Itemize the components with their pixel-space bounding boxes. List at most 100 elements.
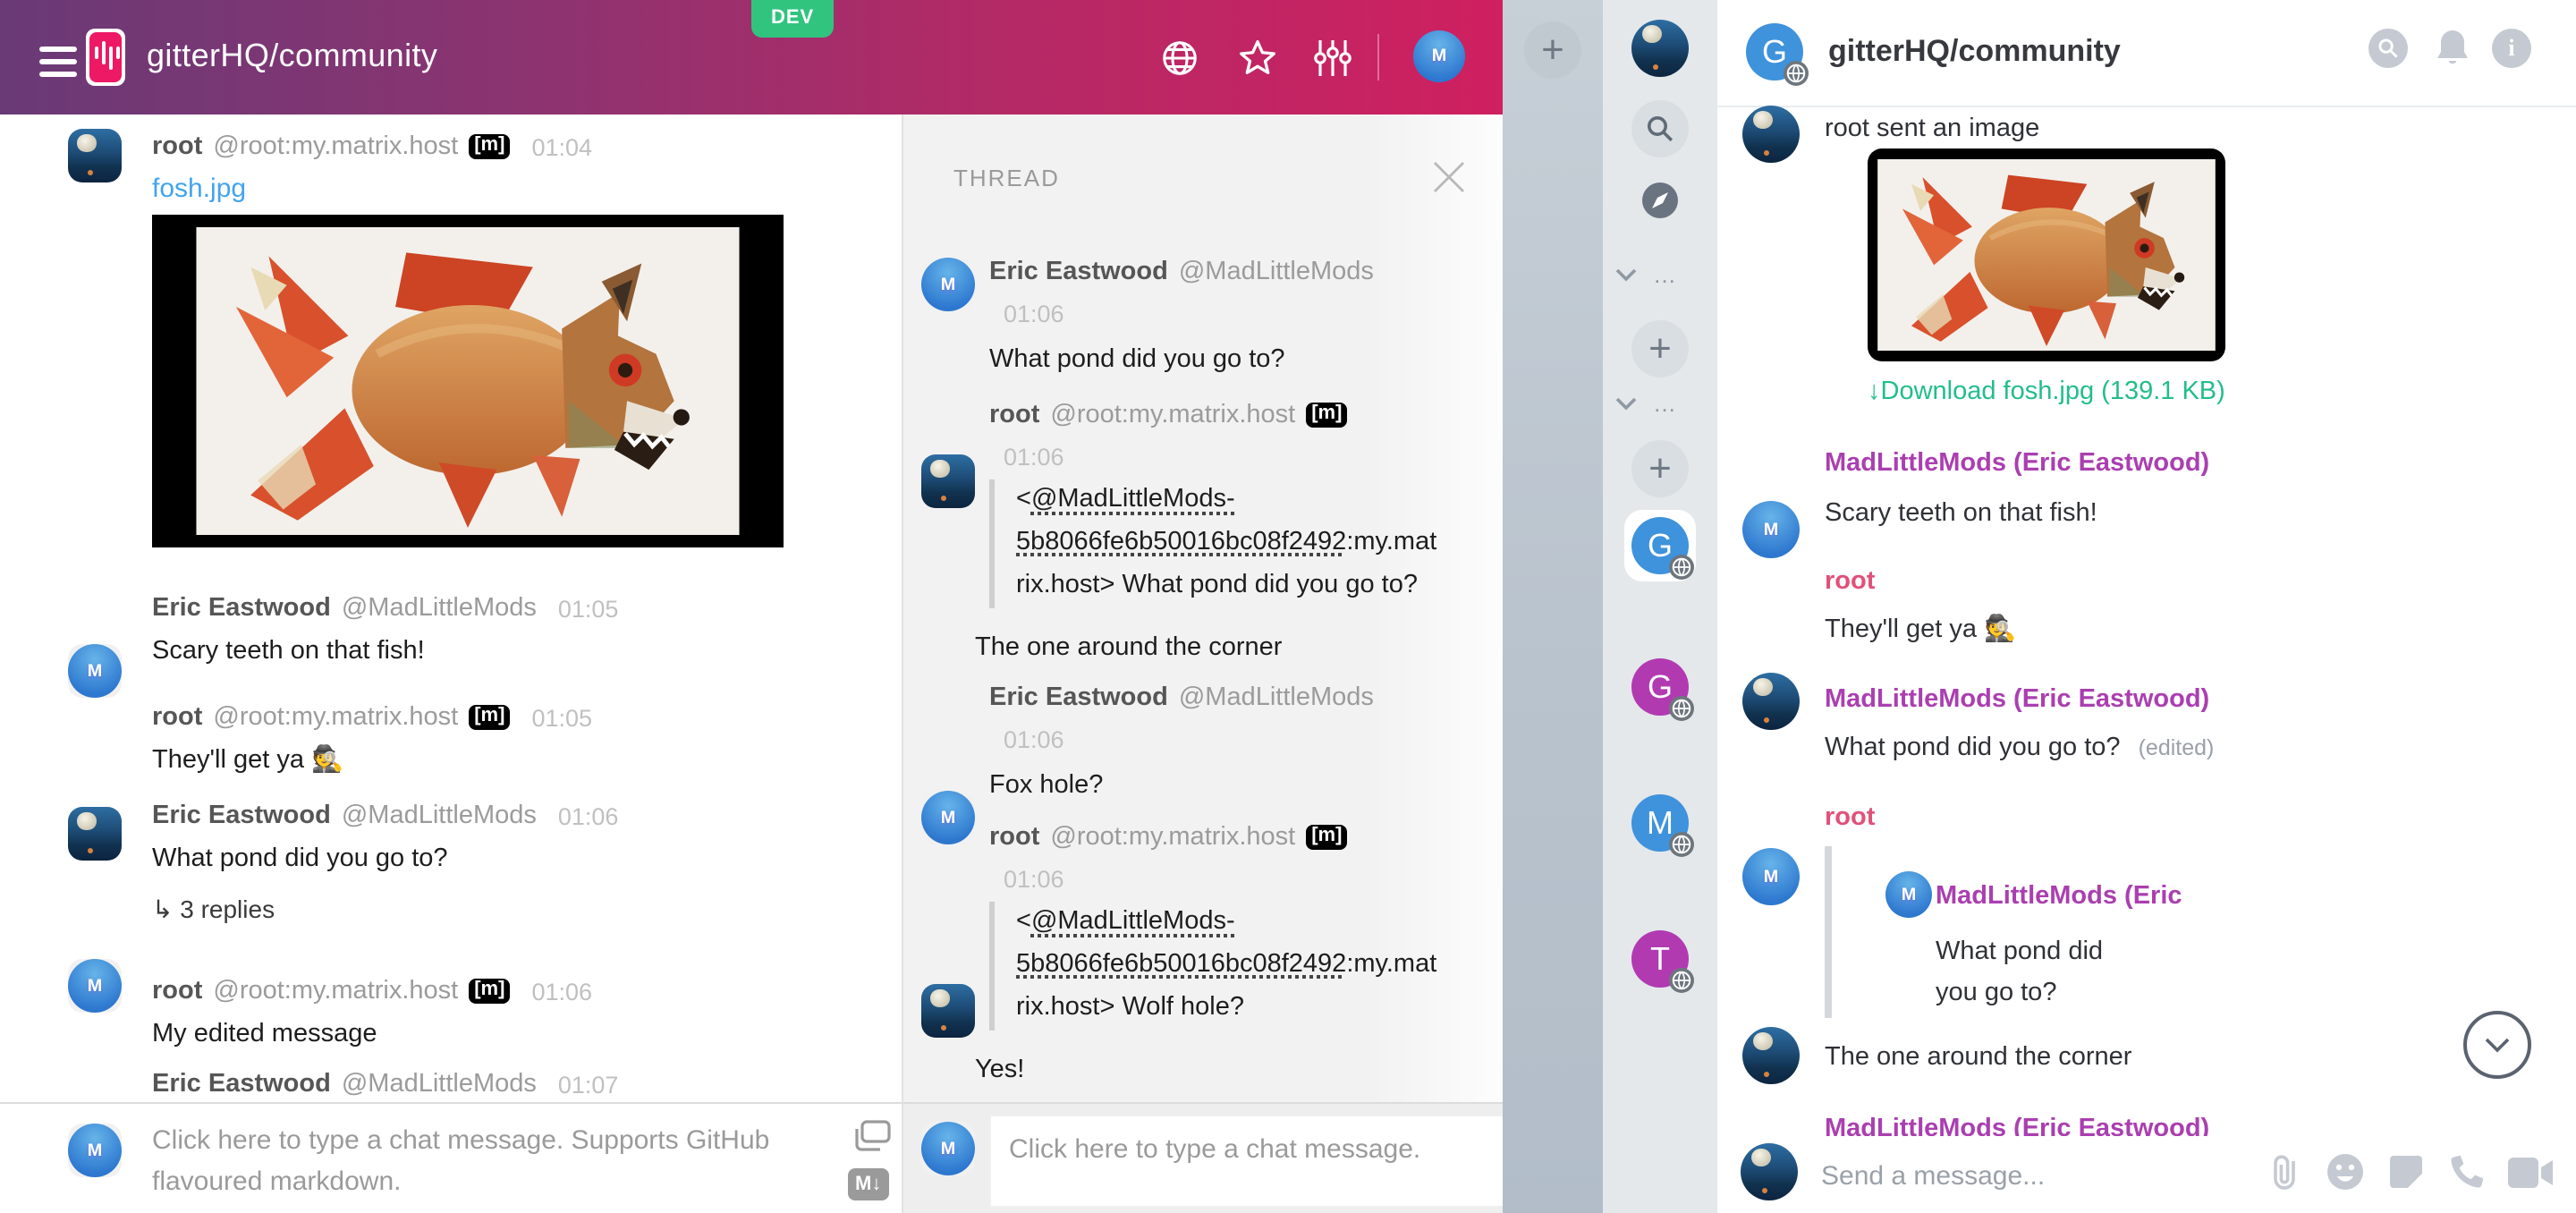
mention-link[interactable]: 5b8066fe6b50016bc08f2492 (1016, 528, 1346, 556)
sender-name[interactable]: Eric Eastwood (152, 594, 331, 623)
room-avatar[interactable]: M (1631, 794, 1689, 852)
add-button[interactable]: + (1524, 21, 1581, 79)
sender-name[interactable]: MadLittleMods (Eric Eastwood) (1825, 449, 2209, 478)
voice-call-phone-icon[interactable] (2447, 1152, 2487, 1192)
chat-message-input[interactable]: Click here to type a chat message. Suppo… (152, 1120, 853, 1203)
room-avatar[interactable]: G (1746, 23, 1803, 81)
avatar[interactable] (1742, 673, 1800, 730)
file-link[interactable]: fosh.jpg (152, 174, 246, 204)
avatar[interactable] (68, 129, 122, 182)
sender-name[interactable]: Eric Eastwood (989, 258, 1168, 286)
bridged-globe-icon (1669, 968, 1694, 993)
room-avatar[interactable]: G (1631, 658, 1689, 716)
avatar[interactable] (921, 791, 975, 844)
mention-link[interactable]: 5b8066fe6b50016bc08f2492 (1016, 950, 1346, 979)
search-icon (2377, 38, 2399, 59)
sender-name[interactable]: Eric Eastwood (152, 1070, 331, 1098)
sender-name[interactable]: root (152, 977, 202, 1005)
room-info-button[interactable]: i (2492, 29, 2531, 68)
avatar[interactable] (68, 959, 122, 1013)
avatar (1885, 871, 1932, 918)
download-link[interactable]: ↓Download fosh.jpg (139.1 KB) (1868, 377, 2225, 406)
avatar-letter: T (1650, 940, 1670, 978)
quote-text: rix.host> Wolf hole? (1016, 993, 1244, 1022)
sender-name[interactable]: Eric Eastwood (152, 802, 331, 830)
avatar[interactable] (1742, 1027, 1800, 1084)
add-room-button[interactable]: + (1631, 320, 1689, 377)
avatar[interactable] (921, 258, 975, 311)
close-icon[interactable] (1429, 157, 1469, 197)
matrix-badge: [m] (469, 134, 510, 159)
timestamp: 01:06 (1004, 444, 1064, 471)
search-button[interactable] (1631, 100, 1689, 157)
quote-prefix: < (1016, 485, 1031, 513)
video-call-icon[interactable] (2508, 1158, 2555, 1188)
sender-name[interactable]: MadLittleMods (Eric Eastwood) (1825, 1115, 2209, 1136)
explore-compass-icon[interactable] (1640, 181, 1680, 220)
thread-message-input[interactable]: Click here to type a chat message. (989, 1115, 1503, 1208)
chevron-down-icon (1615, 267, 1637, 282)
timestamp: 01:05 (558, 595, 619, 622)
thread-replies-link[interactable]: ↳ 3 replies (152, 895, 275, 925)
attachment-paperclip-icon[interactable] (2265, 1150, 2304, 1193)
emoji-icon[interactable] (2326, 1152, 2365, 1192)
add-room-button[interactable]: + (1631, 440, 1689, 497)
mention-link[interactable]: @MadLittleMods- (1031, 485, 1235, 513)
header-divider (1377, 34, 1379, 81)
sender-name[interactable]: MadLittleMods (Eric Eastwood) (1825, 685, 2209, 714)
sender-name[interactable]: Eric Eastwood (989, 683, 1168, 712)
quoted-message: <@MadLittleMods- 5b8066fe6b50016bc08f249… (989, 479, 1496, 608)
message-text: Scary teeth on that fish! (152, 633, 425, 673)
mention-link[interactable]: @MadLittleMods- (1031, 907, 1235, 936)
sender-name[interactable]: root (152, 703, 202, 732)
sender-handle: @MadLittleMods (342, 1070, 537, 1098)
matrix-badge: [m] (1306, 403, 1347, 428)
sticker-icon[interactable] (2386, 1152, 2426, 1192)
reply-text: What pond did you go to? (1936, 932, 2136, 1015)
sender-name[interactable]: root (152, 132, 202, 161)
space-collapse-row[interactable]: … (1615, 390, 1676, 417)
space-collapse-row[interactable]: … (1615, 261, 1676, 288)
message-input[interactable]: Send a message... (1821, 1156, 2045, 1198)
avatar[interactable] (68, 644, 122, 698)
edited-marker[interactable]: (edited) (2139, 735, 2215, 760)
favourite-star-icon[interactable] (1234, 36, 1281, 81)
sender-name[interactable]: root (1825, 567, 1875, 596)
avatar[interactable] (921, 454, 975, 508)
gitter-logo-icon[interactable] (86, 29, 125, 86)
notice-text: root sent an image (1825, 111, 2039, 148)
fosh-image[interactable] (152, 215, 784, 547)
search-button[interactable] (2368, 29, 2408, 68)
avatar[interactable] (68, 807, 122, 861)
jump-to-bottom-button[interactable] (2463, 1011, 2531, 1079)
menu-hamburger-icon[interactable] (39, 47, 77, 77)
room-title: gitterHQ/community (147, 38, 437, 75)
avatar[interactable] (1742, 501, 1800, 558)
avatar[interactable] (921, 984, 975, 1038)
sender-name[interactable]: root (989, 401, 1039, 429)
chat-mode-toggle-icon[interactable] (852, 1118, 894, 1158)
sender-name[interactable]: root (1825, 803, 1875, 832)
reply-quote[interactable]: MadLittleMods (Eric Eastwood) What pond … (1825, 846, 2247, 1018)
gitter-header: gitterHQ/community DEV (0, 0, 1503, 115)
overflow-dots-icon: … (1653, 390, 1676, 417)
chevron-down-icon (1615, 396, 1637, 411)
user-avatar[interactable] (1413, 30, 1465, 82)
quote-text: :my.mat (1346, 950, 1436, 979)
window-gap-strip: + (1503, 0, 1603, 1213)
notifications-bell-icon[interactable] (2431, 25, 2474, 72)
room-avatar-selected[interactable]: G (1624, 510, 1696, 581)
message-text: Yes! (975, 1052, 1024, 1091)
community-globe-icon[interactable] (1159, 38, 1200, 79)
fosh-image-thumbnail[interactable] (1868, 148, 2225, 361)
avatar[interactable] (1742, 106, 1800, 163)
thread-panel: THREAD Eric Eastwood @MadLittleMods 01:0… (902, 115, 1503, 1213)
info-icon: i (2508, 34, 2514, 63)
settings-sliders-icon[interactable] (1311, 36, 1354, 81)
user-avatar[interactable] (1631, 20, 1689, 77)
markdown-help-icon[interactable]: M↓ (848, 1168, 888, 1200)
thread-panel-title: THREAD (953, 165, 1060, 191)
avatar[interactable] (1742, 848, 1800, 905)
sender-name[interactable]: root (989, 823, 1039, 852)
room-avatar[interactable]: T (1631, 930, 1689, 988)
